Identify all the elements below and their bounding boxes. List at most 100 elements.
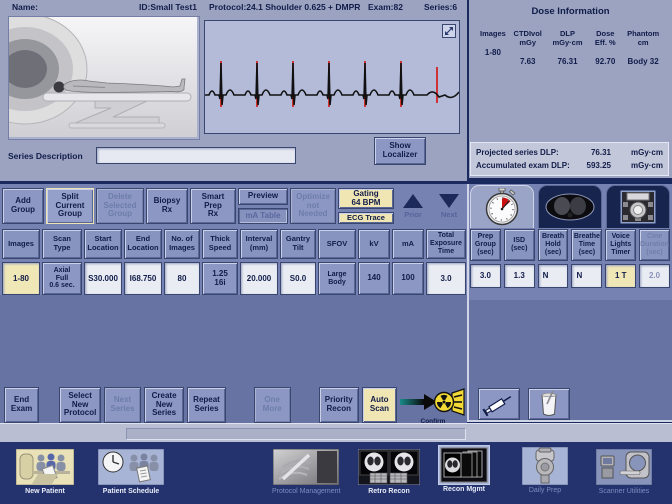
col-header: Thick Speed — [202, 229, 238, 259]
next-group-button[interactable]: Next — [432, 188, 466, 224]
repeat-series-button[interactable]: Repeat Series — [187, 387, 226, 423]
prep-group-cell[interactable]: 3.0 — [470, 264, 501, 288]
injector-button[interactable] — [478, 388, 520, 420]
recon-mgmt-icon — [438, 446, 490, 484]
col-header: mA — [392, 229, 424, 259]
group-toolbar: Add Group Split Current Group Delete Sel… — [2, 188, 466, 226]
column-prep-group: Prep Group (sec) 3.0 — [470, 229, 501, 288]
desktop-taskbar: New Patient Patient Schedule — [0, 442, 672, 504]
voice-lights-timer-cell[interactable]: 1 T — [605, 264, 636, 288]
accumulated-exam-dlp-row: Accumulated exam DLP: 593.25 mGy·cm — [471, 161, 668, 170]
interval-cell[interactable]: 20.000 — [240, 262, 278, 295]
taskbar-item-scanner-utilities[interactable]: Scanner Utilities — [596, 448, 652, 495]
patient-position-image — [8, 16, 200, 140]
tab-timing[interactable] — [470, 185, 534, 228]
column-isd: ISD (sec) 1.3 — [504, 229, 535, 288]
tab-anatomy[interactable] — [538, 185, 602, 228]
smart-prep-rx-button[interactable]: Smart Prep Rx — [190, 188, 236, 224]
radiation-confirm-icon — [400, 387, 466, 417]
auto-scan-button[interactable]: Auto Scan — [362, 387, 397, 423]
no-of-images-cell[interactable]: 80 — [164, 262, 200, 295]
col-header: Interval (mm) — [240, 229, 278, 259]
dose-col-header: DLP mGy·cm — [553, 29, 583, 47]
series-description-input[interactable] — [96, 147, 296, 164]
series-description-label: Series Description — [8, 151, 83, 161]
dose-col-header: Images — [480, 29, 506, 38]
prior-group-button[interactable]: Prior — [396, 188, 430, 224]
breathe-time-cell[interactable]: N — [571, 264, 602, 288]
gating-bpm-button[interactable]: Gating 64 BPM — [338, 188, 394, 209]
gantry-tilt-cell[interactable]: S0.0 — [280, 262, 316, 295]
column-total-exposure-time: Total Exposure Time 3.0 — [426, 229, 466, 295]
projected-series-dlp-row: Projected series DLP: 76.31 mGy·cm — [471, 148, 668, 157]
column-scan-type: Scan Type Axial Full 0.6 sec. — [42, 229, 82, 295]
series-number: Series:6 — [424, 2, 457, 12]
one-more-button[interactable]: One More — [254, 387, 291, 423]
col-header: kV — [358, 229, 390, 259]
taskbar-label: Retro Recon — [368, 488, 410, 495]
oral-contrast-button[interactable] — [528, 388, 570, 420]
ecg-trace-button[interactable]: ECG Trace — [338, 212, 394, 224]
preview-button[interactable]: Preview — [238, 188, 288, 205]
priority-recon-button[interactable]: Priority Recon — [319, 387, 359, 423]
add-group-button[interactable]: Add Group — [2, 188, 44, 224]
next-series-button[interactable]: Next Series — [104, 387, 141, 423]
col-header: Prep Group (sec) — [470, 229, 501, 261]
isd-cell[interactable]: 1.3 — [504, 264, 535, 288]
column-gantry-tilt: Gantry Tilt S0.0 — [280, 229, 316, 295]
end-location-cell[interactable]: I68.750 — [124, 262, 162, 295]
kv-cell[interactable]: 140 — [358, 262, 390, 295]
cine-duration-cell[interactable]: 2.0 — [639, 264, 670, 288]
expand-icon[interactable] — [442, 24, 456, 38]
delete-selected-group-button[interactable]: Delete Selected Group — [96, 188, 144, 224]
taskbar-item-daily-prep[interactable]: Daily Prep — [522, 447, 568, 494]
thick-speed-cell[interactable]: 1.25 16i — [202, 262, 238, 295]
scan-prescription-table: Images 1-80 Scan Type Axial Full 0.6 sec… — [2, 229, 466, 295]
col-header: No. of Images — [164, 229, 200, 259]
column-thick-speed: Thick Speed 1.25 16i — [202, 229, 238, 295]
ct-scanner-patient-graphic — [9, 17, 197, 137]
sfov-cell[interactable]: Large Body — [318, 262, 356, 295]
dose-value: 1-80 — [485, 48, 501, 57]
images-cell[interactable]: 1-80 — [2, 262, 40, 295]
taskbar-item-protocol-management[interactable]: Protocol Management — [272, 448, 340, 495]
select-new-protocol-button[interactable]: Select New Protocol — [59, 387, 101, 423]
show-localizer-button[interactable]: Show Localizer — [374, 137, 426, 165]
ma-table-button[interactable]: mA Table — [238, 208, 288, 224]
scan-setup-panel: Name: ID:Small Test1 Protocol:24.1 Shoul… — [0, 0, 467, 184]
split-current-group-button[interactable]: Split Current Group — [46, 188, 94, 224]
timing-parameters-table: Prep Group (sec) 3.0 ISD (sec) 1.3 Breat… — [470, 229, 670, 288]
optimize-not-needed-button[interactable]: Optimize not Needed — [290, 188, 336, 224]
patient-header: Name: ID:Small Test1 Protocol:24.1 Shoul… — [0, 0, 467, 14]
start-location-cell[interactable]: S30.000 — [84, 262, 122, 295]
dose-value: 7.63 — [520, 57, 536, 66]
dose-information-title: Dose Information — [469, 6, 672, 17]
taskbar-item-patient-schedule[interactable]: Patient Schedule — [98, 448, 164, 495]
dose-col-header: CTDIvol mGy — [514, 29, 542, 47]
scan-type-cell[interactable]: Axial Full 0.6 sec. — [42, 262, 82, 295]
col-header: Voice Lights Timer — [605, 229, 636, 261]
column-breathe-time: Breathe Time (sec) N — [571, 229, 602, 288]
tab-camera[interactable] — [606, 185, 670, 228]
column-images: Images 1-80 — [2, 229, 40, 295]
biopsy-rx-button[interactable]: Biopsy Rx — [146, 188, 188, 224]
taskbar-item-retro-recon[interactable]: Retro Recon — [358, 448, 420, 495]
confirm-scan-button[interactable]: Confirm — [400, 387, 466, 425]
daily-prep-icon — [522, 447, 568, 485]
projected-dlp-unit: mGy·cm — [611, 148, 663, 157]
breath-hold-cell[interactable]: N — [538, 264, 569, 288]
total-exposure-time-cell[interactable]: 3.0 — [426, 262, 466, 295]
syringe-icon — [482, 391, 516, 417]
camera-icon — [617, 189, 659, 225]
end-exam-button[interactable]: End Exam — [4, 387, 39, 423]
taskbar-item-recon-mgmt[interactable]: Recon Mgmt — [438, 446, 490, 493]
next-label: Next — [441, 210, 457, 219]
lungs-icon — [543, 192, 597, 222]
ma-cell[interactable]: 100 — [392, 262, 424, 295]
taskbar-label: Recon Mgmt — [443, 486, 485, 493]
patient-schedule-icon — [98, 448, 164, 486]
accumulated-dlp-unit: mGy·cm — [611, 161, 663, 170]
ecg-trace-panel — [204, 20, 460, 134]
taskbar-item-new-patient[interactable]: New Patient — [16, 448, 74, 495]
create-new-series-button[interactable]: Create New Series — [144, 387, 184, 423]
